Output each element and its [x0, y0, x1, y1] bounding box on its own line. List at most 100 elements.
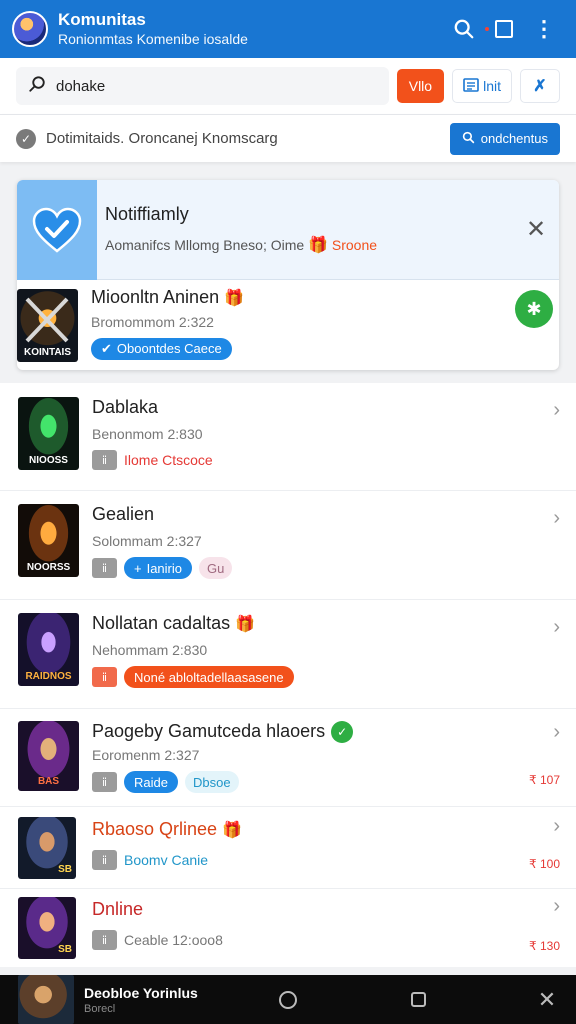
chevron-right-icon[interactable]: ›: [553, 616, 560, 639]
game-tags: ⅱ Ceable 12:ooo8: [92, 930, 223, 950]
close-icon[interactable]: ✕: [513, 180, 559, 279]
list-item[interactable]: NOORSS Gealien Solommam 2:327 ⅱ + Ianirio…: [0, 491, 576, 600]
game-name: Dnline: [92, 899, 144, 919]
game-info: Dnline ⅱ Ceable 12:ooo8: [92, 899, 223, 950]
game-tag-pill[interactable]: + Ianirio: [124, 557, 193, 579]
tag-icon: ⅱ: [92, 667, 117, 687]
app-logo[interactable]: [12, 11, 48, 47]
info-action-label: ondchentus: [480, 131, 548, 146]
list-item[interactable]: NIOOSS Dablaka Benonmom 2:830 ⅱ Ilome Ct…: [0, 383, 576, 491]
chevron-right-icon[interactable]: ›: [553, 507, 560, 530]
thumbnail-caption: SB: [58, 944, 72, 955]
chevron-right-icon[interactable]: ›: [553, 721, 560, 744]
search-row: dohake Vllo lnit ✗: [0, 58, 576, 114]
thumbnail-caption: SB: [58, 864, 72, 875]
game-price: ₹ 100: [529, 857, 560, 871]
notification-banner[interactable]: Notiffiamly Aomanifcs Mllomg Bneso; Oime…: [17, 180, 559, 280]
more-icon[interactable]: ⋮: [524, 9, 564, 49]
featured-tag-label: Oboontdes Caece: [116, 341, 222, 356]
game-name: Dablaka: [92, 397, 159, 417]
game-thumbnail: NOORSS: [18, 504, 79, 577]
notification-highlight: Sroone: [331, 237, 378, 253]
game-tag-text: Ilome Ctscoce: [124, 452, 213, 468]
game-thumbnail: RAIDNOS: [18, 613, 79, 686]
game-extra-pill[interactable]: Dbsoe: [184, 771, 239, 794]
game-tag-pill[interactable]: Noné abloltadellaasasene: [124, 666, 294, 688]
gift-icon: 🎁: [308, 237, 328, 254]
close-icon[interactable]: ✕: [527, 975, 567, 1024]
gift-icon: 🎁: [222, 822, 243, 839]
info-action-button[interactable]: ondchentus: [449, 122, 560, 155]
featured-tag-pill[interactable]: ✔ Oboontdes Caece: [91, 337, 232, 360]
game-meta: Eoromenm 2:327: [92, 747, 200, 764]
plus-icon: +: [134, 560, 142, 576]
game-name: Paogeby Gamutceda hlaoers ✓: [92, 721, 354, 744]
game-info: Nollatan cadaltas 🎁 Nehommam 2:830 ⅱ Non…: [92, 613, 294, 688]
featured-thumbnail: KOINTAIS: [17, 288, 78, 362]
game-thumbnail: BAS: [18, 721, 79, 791]
chevron-right-icon[interactable]: ›: [553, 815, 560, 838]
heart-check-icon: [17, 180, 97, 280]
game-thumbnail: SB: [18, 897, 76, 959]
notification-title: Notiffiamly: [105, 204, 189, 224]
featured-info: Mioonltn Aninen 🎁 Bromommom 2:322 ✔ Oboon…: [91, 287, 244, 360]
notification-subtitle-text: Aomanifcs Mllomg Bneso; Oime: [105, 237, 305, 253]
game-name-text: Paogeby Gamutceda hlaoers: [92, 721, 326, 741]
game-extra-pill[interactable]: Gu: [199, 557, 233, 579]
featured-thumbnail-caption: KOINTAIS: [23, 346, 72, 358]
game-info: Paogeby Gamutceda hlaoers ✓ Eoromenm 2:32…: [92, 721, 354, 794]
game-thumbnail: SB: [18, 817, 76, 879]
search-input[interactable]: dohake: [16, 67, 389, 105]
list-item[interactable]: SB Rbaoso Qrlinee 🎁 ⅱ Boomv Canie › ₹ 10…: [0, 807, 576, 889]
tag-icon: ⅱ: [92, 930, 117, 950]
game-info: Rbaoso Qrlinee 🎁 ⅱ Boomv Canie: [92, 819, 242, 870]
filter-chip-orange[interactable]: Vllo: [396, 69, 445, 103]
home-circle-icon[interactable]: [268, 975, 308, 1024]
bottom-bar: Deobloe Yorinlus Borecl ✕: [0, 975, 576, 1024]
featured-name: Mioonltn Aninen 🎁: [91, 287, 244, 308]
search-icon: [28, 75, 46, 98]
now-playing-title: Deobloe Yorinlus: [84, 984, 198, 1001]
tag-icon: ⅱ: [92, 558, 117, 578]
game-price: ₹ 130: [529, 939, 560, 953]
recents-square-icon[interactable]: [398, 975, 438, 1024]
now-playing-subtitle: Borecl: [84, 1002, 116, 1015]
search-icon[interactable]: [444, 9, 484, 49]
game-tags: ⅱ Noné abloltadellaasasene: [92, 666, 294, 688]
game-meta: Nehommam 2:830: [92, 642, 208, 658]
now-playing-info: Deobloe Yorinlus Borecl: [84, 985, 254, 1015]
featured-item[interactable]: KOINTAIS Mioonltn Aninen 🎁 Bromommom 2:3…: [17, 280, 559, 370]
game-name: Gealien: [92, 504, 155, 524]
app-subtitle: Ronionmtas Komenibe iosalde: [58, 31, 248, 47]
game-name: Rbaoso Qrlinee 🎁: [92, 819, 242, 840]
tag-icon: ⅱ: [92, 450, 117, 470]
game-tags: ⅱ Ilome Ctscoce: [92, 450, 213, 470]
game-tag-pill[interactable]: Raide: [124, 771, 178, 794]
featured-meta: Bromommom 2:322: [91, 313, 214, 330]
info-row: ✓ Dotimitaids. Oroncanej Knomscarg ondch…: [0, 114, 576, 162]
list-item[interactable]: SB Dnline ⅱ Ceable 12:ooo8 › ₹ 130: [0, 889, 576, 967]
featured-tags: ✔ Oboontdes Caece: [91, 337, 244, 360]
tag-icon: ⅱ: [92, 772, 117, 793]
list-filter-button[interactable]: lnit: [452, 69, 512, 103]
sort-icon[interactable]: ✗: [520, 69, 560, 103]
chevron-right-icon[interactable]: ›: [553, 895, 560, 918]
list-item[interactable]: RAIDNOS Nollatan cadaltas 🎁 Nehommam 2:8…: [0, 600, 576, 709]
game-meta: Benonmom 2:830: [92, 426, 203, 442]
gift-icon: 🎁: [235, 616, 256, 633]
now-playing-thumbnail[interactable]: [18, 975, 74, 1024]
game-tags: ⅱ Boomv Canie: [92, 850, 242, 870]
thumbnail-caption: RAIDNOS: [25, 671, 72, 682]
list-icon: [463, 77, 479, 96]
game-meta: Solommam 2:327: [92, 533, 202, 549]
thumbnail-caption: NOORSS: [26, 562, 71, 573]
game-pill-label: Ianirio: [146, 560, 183, 576]
chevron-right-icon[interactable]: ›: [553, 399, 560, 422]
list-filter-label: lnit: [483, 78, 501, 94]
list-item[interactable]: BAS Paogeby Gamutceda hlaoers ✓ Eoromenm …: [0, 709, 576, 807]
share-fab-icon[interactable]: ✱: [515, 290, 553, 328]
thumbnail-caption: NIOOSS: [29, 455, 68, 466]
window-icon[interactable]: [484, 9, 524, 49]
game-name-text: Nollatan cadaltas: [92, 613, 231, 633]
game-info: Dablaka Benonmom 2:830 ⅱ Ilome Ctscoce: [92, 397, 213, 470]
